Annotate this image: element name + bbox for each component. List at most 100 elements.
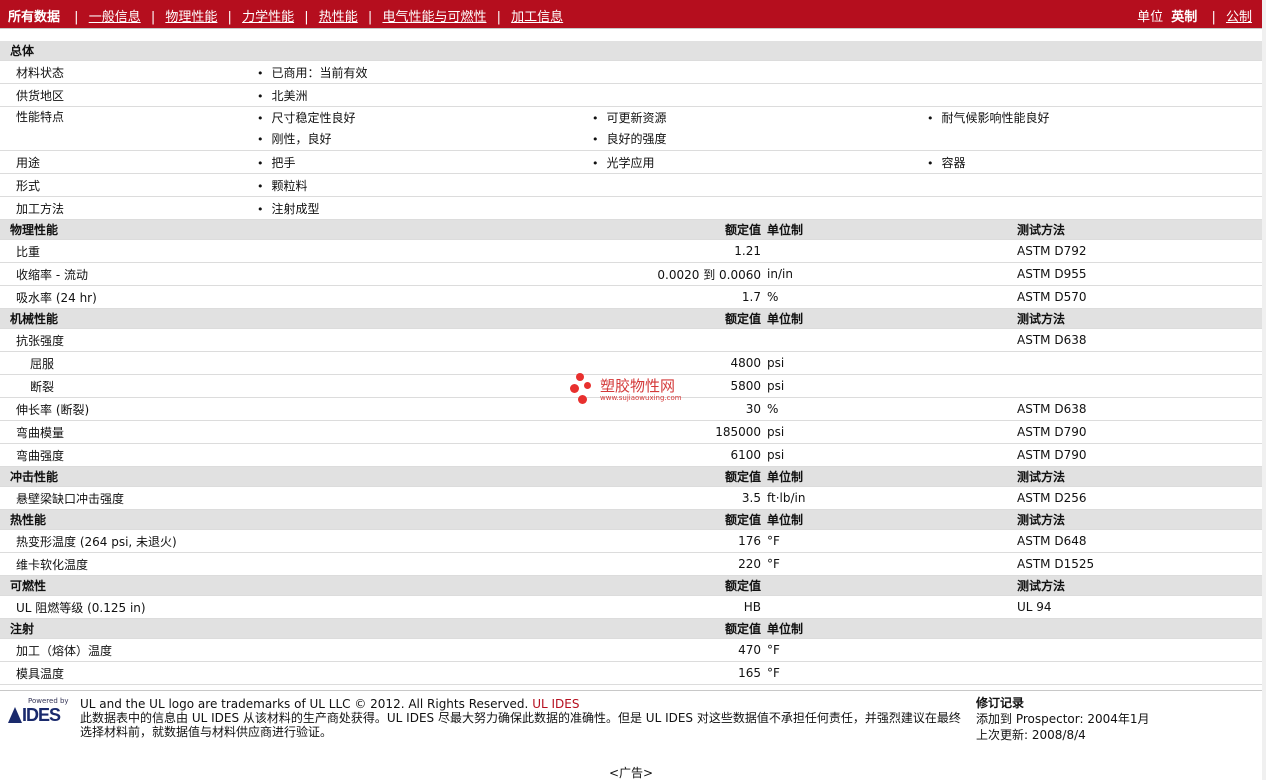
row-label: 用途 (0, 150, 257, 174)
prop-method: ASTM D256 (1017, 486, 1262, 510)
nav-general-info[interactable]: 一般信息 (89, 10, 141, 25)
watermark-text: 塑胶物性网 (600, 377, 676, 395)
table-row: 维卡软化温度 220 °F ASTM D1525 (0, 552, 1262, 576)
col-value-header: 额定值 (257, 575, 767, 596)
section-header-thermal: 热性能 额定值 单位制 测试方法 (0, 509, 1262, 530)
prop-value: HB (257, 595, 767, 619)
revision-history: 修订记录 添加到 Prospector: 2004年1月 上次更新: 2008/… (976, 695, 1150, 743)
section-header-general: 总体 (0, 41, 1262, 61)
list-item: 良好的强度 (592, 129, 927, 150)
table-row: UL 阻燃等级 (0.125 in) HB UL 94 (0, 595, 1262, 619)
prop-name: 弯曲强度 (0, 443, 257, 467)
table-row: 抗张强度 ASTM D638 (0, 328, 1262, 352)
section-title: 物理性能 (0, 219, 257, 240)
prop-method: ASTM D570 (1017, 285, 1262, 309)
prop-value (257, 328, 767, 352)
table-row: 供货地区 北美洲 (0, 83, 1262, 107)
table-row: 加工（熔体）温度 470 °F (0, 638, 1262, 662)
footer: Powered by IDES UL and the UL logo are t… (0, 690, 1266, 753)
section-title: 可燃性 (0, 575, 257, 596)
nav-processing[interactable]: 加工信息 (511, 10, 563, 25)
prop-name: 断裂 (0, 374, 257, 398)
trademark-text: UL and the UL logo are trademarks of UL … (80, 697, 529, 711)
prop-name: 弯曲模量 (0, 420, 257, 444)
top-nav-bar: 所有数据 | 一般信息 | 物理性能 | 力学性能 | 热性能 | 电气性能与可… (0, 0, 1266, 28)
row-label: 加工方法 (0, 196, 257, 220)
ad-label: <广告> (608, 766, 654, 780)
logo-ides: IDES (22, 705, 61, 725)
unit-metric[interactable]: 公制 (1226, 10, 1252, 25)
section-title: 热性能 (0, 509, 257, 530)
col-value-header: 额定值 (257, 219, 767, 240)
table-row: 形式 颗粒料 (0, 173, 1262, 197)
prop-name: 热变形温度 (264 psi, 未退火) (0, 529, 257, 553)
prop-method (1017, 661, 1262, 685)
list-item: 光学应用 (592, 154, 927, 171)
section-header-mechanical: 机械性能 额定值 单位制 测试方法 (0, 308, 1262, 329)
prop-value: 1.7 (257, 285, 767, 309)
list-item: 尺寸稳定性良好 (257, 108, 592, 129)
section-header-injection: 注射 额定值 单位制 (0, 618, 1262, 639)
prop-name: 收缩率 - 流动 (0, 262, 257, 286)
list-item: 注射成型 (257, 200, 592, 217)
prop-value: 6100 (257, 443, 767, 467)
trademark-line: UL and the UL logo are trademarks of UL … (80, 697, 579, 711)
logo-triangle-icon (8, 707, 22, 723)
table-row: 热变形温度 (264 psi, 未退火) 176 °F ASTM D648 (0, 529, 1262, 553)
table-row: 加工方法 注射成型 (0, 196, 1262, 220)
watermark-logo: 塑胶物性网 www.sujiaowuxing.com (570, 370, 720, 410)
col-unit-header: 单位制 (767, 219, 1017, 240)
section-header-flammability: 可燃性 额定值 测试方法 (0, 575, 1262, 596)
prop-name: 模具温度 (0, 661, 257, 685)
revision-added: 添加到 Prospector: 2004年1月 (976, 712, 1150, 726)
prop-value: 220 (257, 552, 767, 576)
prop-method: ASTM D638 (1017, 328, 1262, 352)
section-title: 注射 (0, 618, 257, 639)
prop-method: ASTM D1525 (1017, 552, 1262, 576)
unit-english[interactable]: 英制 (1171, 10, 1197, 25)
prop-unit (767, 595, 1017, 619)
prop-unit: °F (767, 552, 1017, 576)
list-item: 已商用：当前有效 (257, 64, 592, 81)
window-edge (1262, 0, 1266, 780)
units-label: 单位 (1137, 10, 1164, 25)
prop-unit: °F (767, 661, 1017, 685)
prop-value: 176 (257, 529, 767, 553)
prop-unit: ft·lb/in (767, 486, 1017, 510)
prop-unit: psi (767, 351, 1017, 375)
table-row: 弯曲强度 6100 psi ASTM D790 (0, 443, 1262, 467)
prop-unit: psi (767, 374, 1017, 398)
prop-name: 维卡软化温度 (0, 552, 257, 576)
disclaimer: 此数据表中的信息由 UL IDES 从该材料的生产商处获得。UL IDES 尽最… (80, 711, 961, 739)
ides-logo[interactable]: Powered by IDES (8, 697, 70, 725)
col-unit-header: 单位制 (767, 509, 1017, 530)
ul-ides-link[interactable]: UL IDES (532, 697, 579, 711)
table-row: 比重 1.21 ASTM D792 (0, 239, 1262, 263)
list-item: 刚性，良好 (257, 129, 592, 150)
prop-method: ASTM D790 (1017, 420, 1262, 444)
section-header-physical: 物理性能 额定值 单位制 测试方法 (0, 219, 1262, 240)
prop-name: 吸水率 (24 hr) (0, 285, 257, 309)
prop-method (1017, 351, 1262, 375)
section-header-impact: 冲击性能 额定值 单位制 测试方法 (0, 466, 1262, 487)
nav-spacer (0, 28, 1266, 42)
nav-thermal[interactable]: 热性能 (319, 10, 358, 25)
prop-method (1017, 374, 1262, 398)
col-method-header: 测试方法 (1017, 509, 1262, 530)
nav-physical[interactable]: 物理性能 (165, 10, 217, 25)
col-method-header: 测试方法 (1017, 219, 1262, 240)
prop-value: 470 (257, 638, 767, 662)
col-value-header: 额定值 (257, 618, 767, 639)
list-item: 颗粒料 (257, 177, 592, 194)
col-value-header: 额定值 (257, 509, 767, 530)
prop-value: 3.5 (257, 486, 767, 510)
nav-all-data[interactable]: 所有数据 (8, 10, 60, 25)
section-title: 冲击性能 (0, 466, 257, 487)
row-label: 形式 (0, 173, 257, 197)
prop-name: 比重 (0, 239, 257, 263)
nav-electrical[interactable]: 电气性能与可燃性 (382, 10, 486, 25)
prop-unit (767, 328, 1017, 352)
row-label: 供货地区 (0, 83, 257, 107)
table-row: 材料状态 已商用：当前有效 (0, 60, 1262, 84)
nav-mechanical[interactable]: 力学性能 (242, 10, 294, 25)
